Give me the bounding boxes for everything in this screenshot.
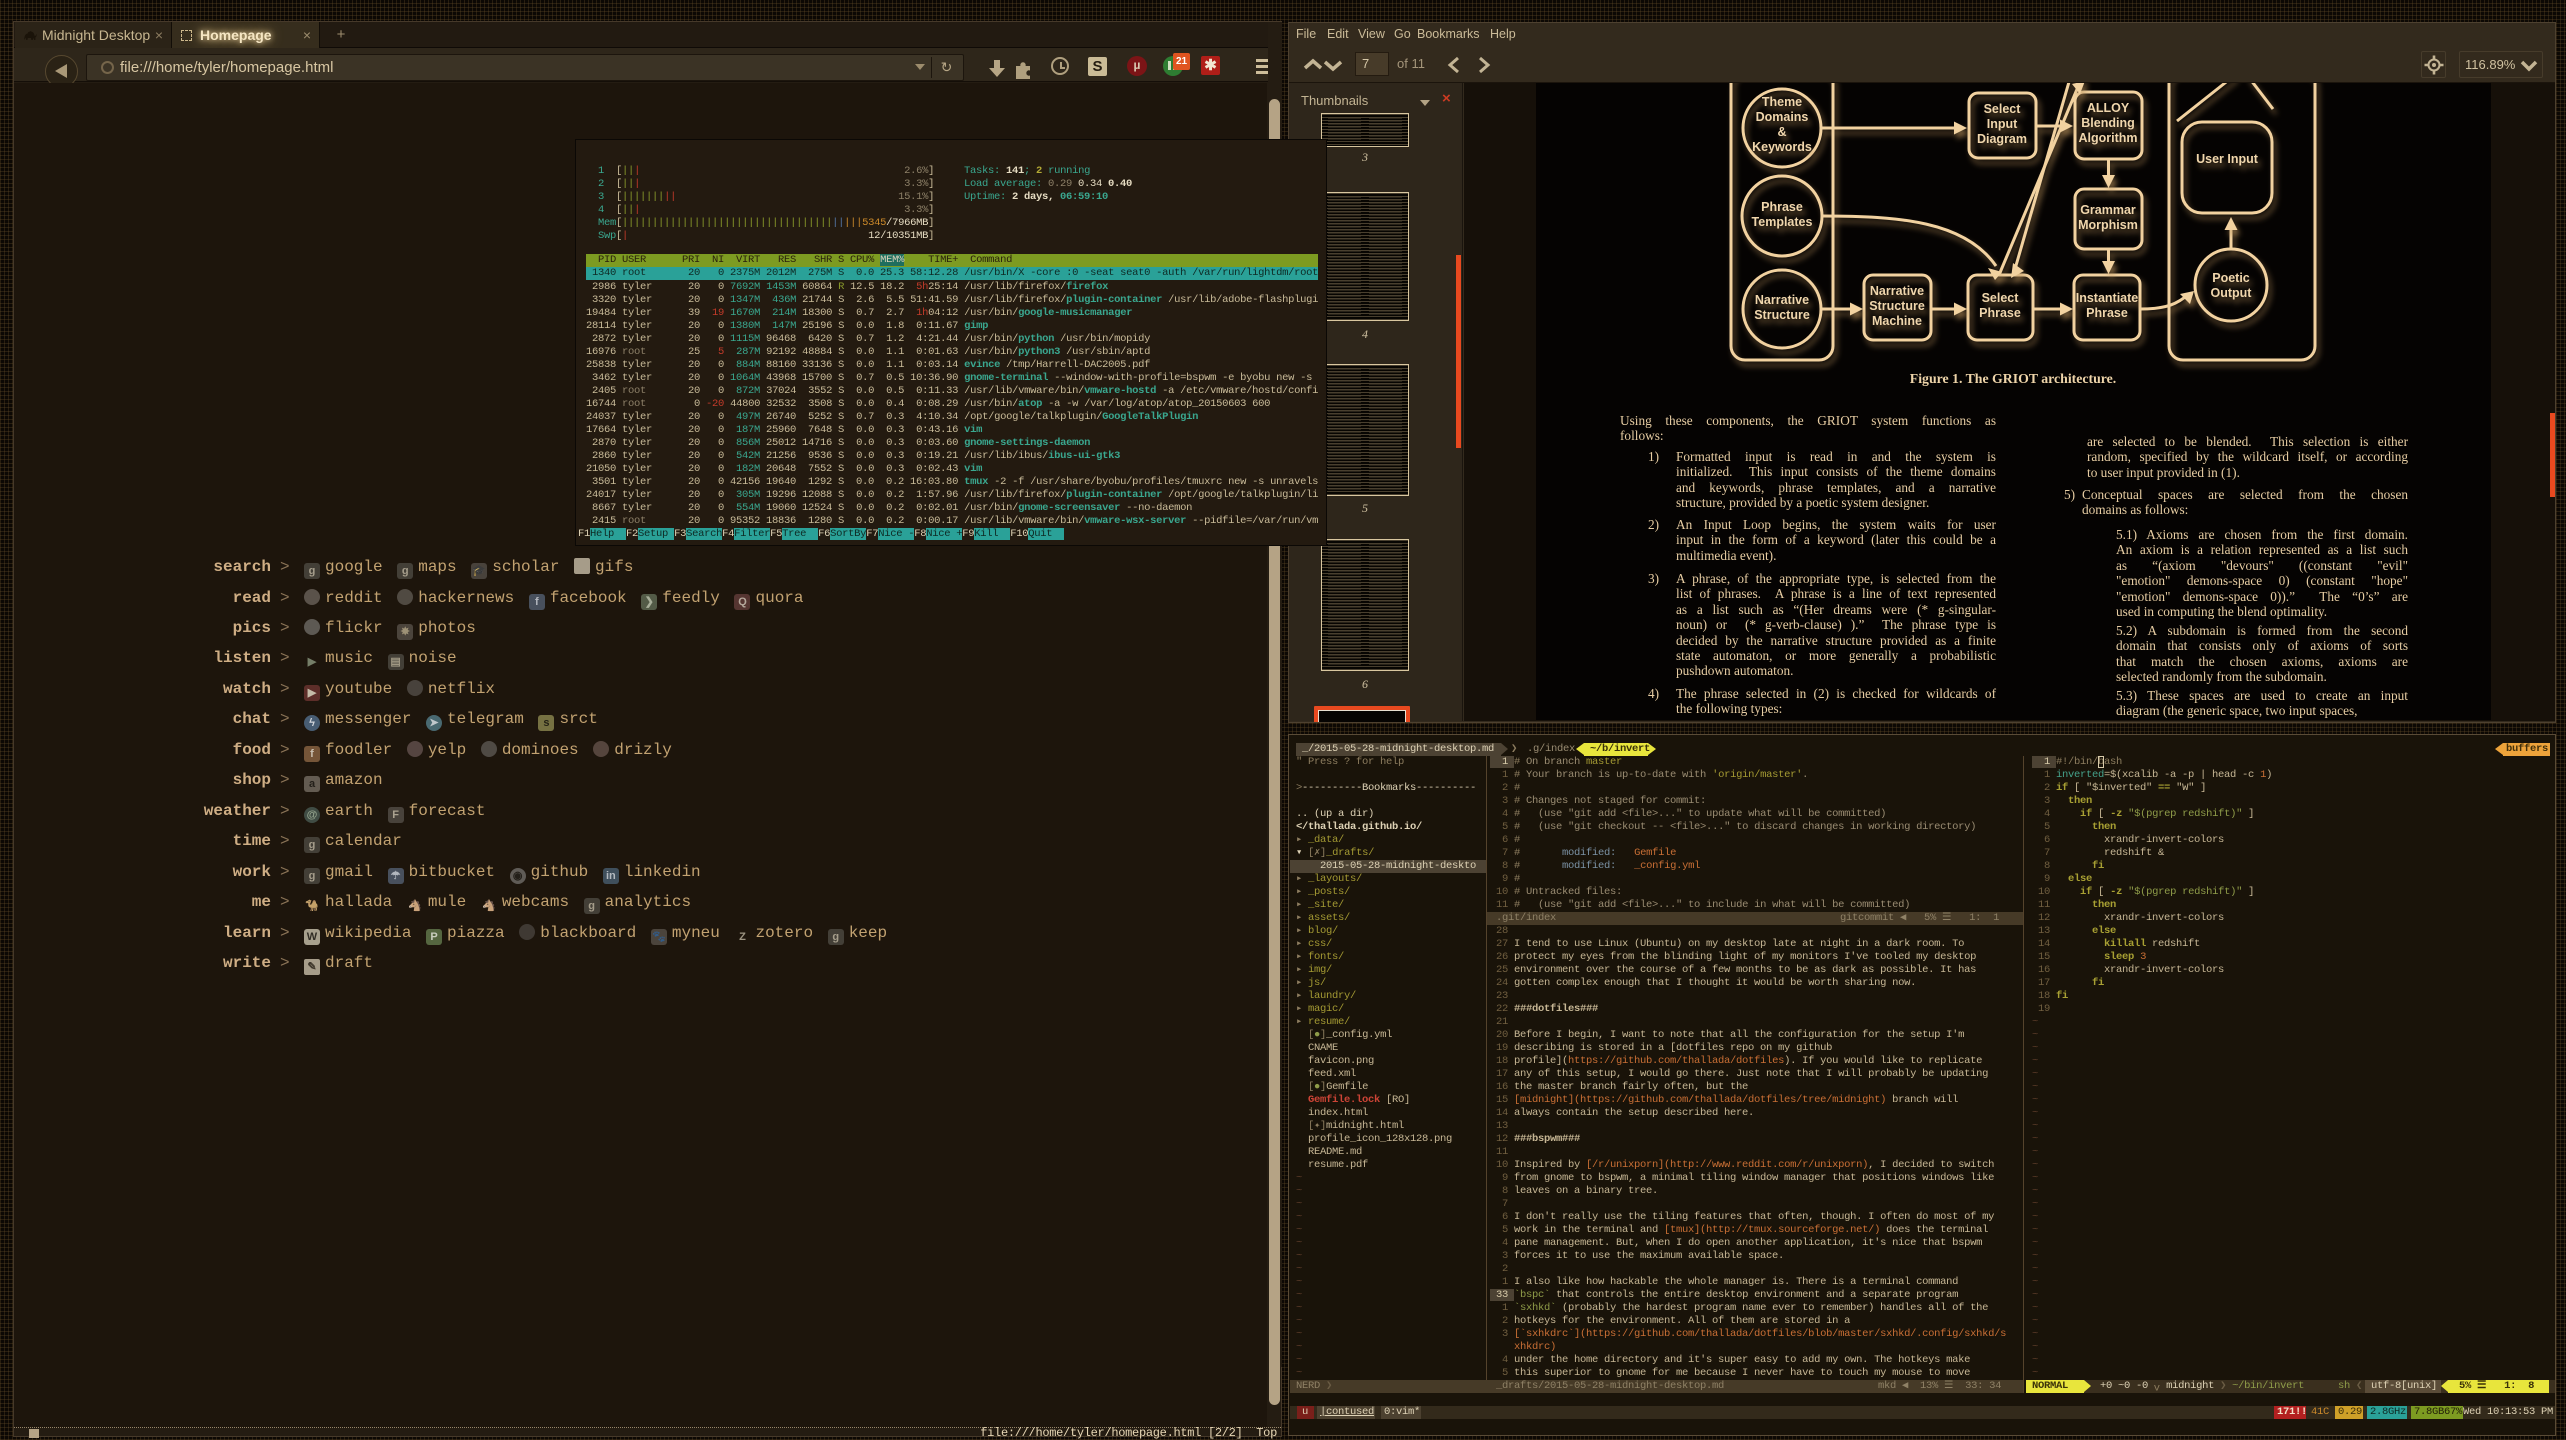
svg-text:Poetic: Poetic — [2212, 271, 2250, 285]
svg-text:Phrase: Phrase — [1761, 200, 1803, 214]
svg-text:Structure: Structure — [1754, 308, 1810, 322]
svg-text:Narrative: Narrative — [1870, 284, 1924, 298]
svg-text:Narrative: Narrative — [1755, 293, 1809, 307]
svg-text:Blending: Blending — [2081, 116, 2134, 130]
svg-text:Diagram: Diagram — [1977, 132, 2027, 146]
svg-text:Morphism: Morphism — [2078, 218, 2138, 232]
svg-text:Grammar: Grammar — [2080, 203, 2136, 217]
svg-text:Select: Select — [1984, 102, 2022, 116]
svg-text:Output: Output — [2211, 286, 2253, 300]
svg-text:Machine: Machine — [1872, 314, 1922, 328]
svg-text:&: & — [1777, 125, 1786, 139]
svg-text:Algorithm: Algorithm — [2078, 131, 2137, 145]
svg-text:Phrase: Phrase — [1979, 306, 2021, 320]
svg-text:Instantiate: Instantiate — [2076, 291, 2139, 305]
svg-text:Domains: Domains — [1756, 110, 1809, 124]
svg-text:Phrase: Phrase — [2086, 306, 2128, 320]
svg-text:Input: Input — [1987, 117, 2018, 131]
svg-text:Structure: Structure — [1869, 299, 1925, 313]
svg-text:Templates: Templates — [1752, 215, 1813, 229]
svg-text:Keywords: Keywords — [1752, 140, 1812, 154]
svg-text:User Input: User Input — [2196, 152, 2259, 166]
svg-text:Select: Select — [1982, 291, 2020, 305]
svg-text:ALLOY: ALLOY — [2087, 101, 2130, 115]
svg-text:Theme: Theme — [1762, 95, 1802, 109]
